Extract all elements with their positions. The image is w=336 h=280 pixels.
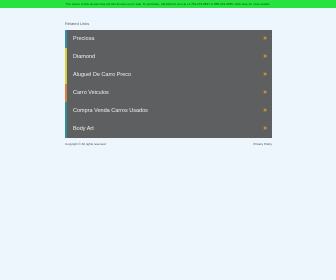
for-sale-banner[interactable]: The owner of this domain has put this do… — [0, 0, 336, 8]
accent-bar — [65, 30, 67, 48]
chevron-right-icon: » — [263, 71, 267, 79]
chevron-right-icon: » — [263, 125, 267, 133]
related-link-preciosa[interactable]: Preciosa » — [65, 30, 272, 48]
related-link-compra-venda-carros-usados[interactable]: Compra Venda Carros Usados » — [65, 101, 272, 120]
related-link-body-art[interactable]: Body Art » — [65, 119, 272, 138]
related-link-carro-veiculos[interactable]: Carro Veiculos » — [65, 83, 272, 102]
for-sale-banner-text[interactable]: The owner of this domain has put this do… — [66, 2, 270, 6]
accent-bar — [65, 101, 67, 120]
chevron-right-icon: » — [263, 35, 267, 43]
accent-bar — [65, 47, 67, 66]
related-link-label: Aluguel De Carro Preco — [73, 71, 132, 78]
related-links-label: Related Links — [65, 21, 90, 26]
related-link-label: Preciosa — [73, 35, 95, 42]
related-link-label: Diamond — [73, 53, 96, 60]
copyright-text: Copyright © All rights reserved — [65, 142, 106, 146]
accent-bar — [65, 83, 67, 102]
related-link-label: Carro Veiculos — [73, 89, 109, 96]
related-links-list: Preciosa » Diamond » Aluguel De Carro Pr… — [65, 30, 272, 138]
chevron-right-icon: » — [263, 107, 267, 115]
related-link-diamond[interactable]: Diamond » — [65, 47, 272, 66]
accent-bar — [65, 119, 67, 138]
accent-bar — [65, 65, 67, 84]
privacy-policy-link[interactable]: Privacy Policy — [253, 142, 272, 146]
chevron-right-icon: » — [263, 89, 267, 97]
chevron-right-icon: » — [263, 53, 267, 61]
related-link-aluguel-de-carro-preco[interactable]: Aluguel De Carro Preco » — [65, 65, 272, 84]
related-link-label: Compra Venda Carros Usados — [73, 107, 148, 114]
related-link-label: Body Art — [73, 125, 94, 132]
